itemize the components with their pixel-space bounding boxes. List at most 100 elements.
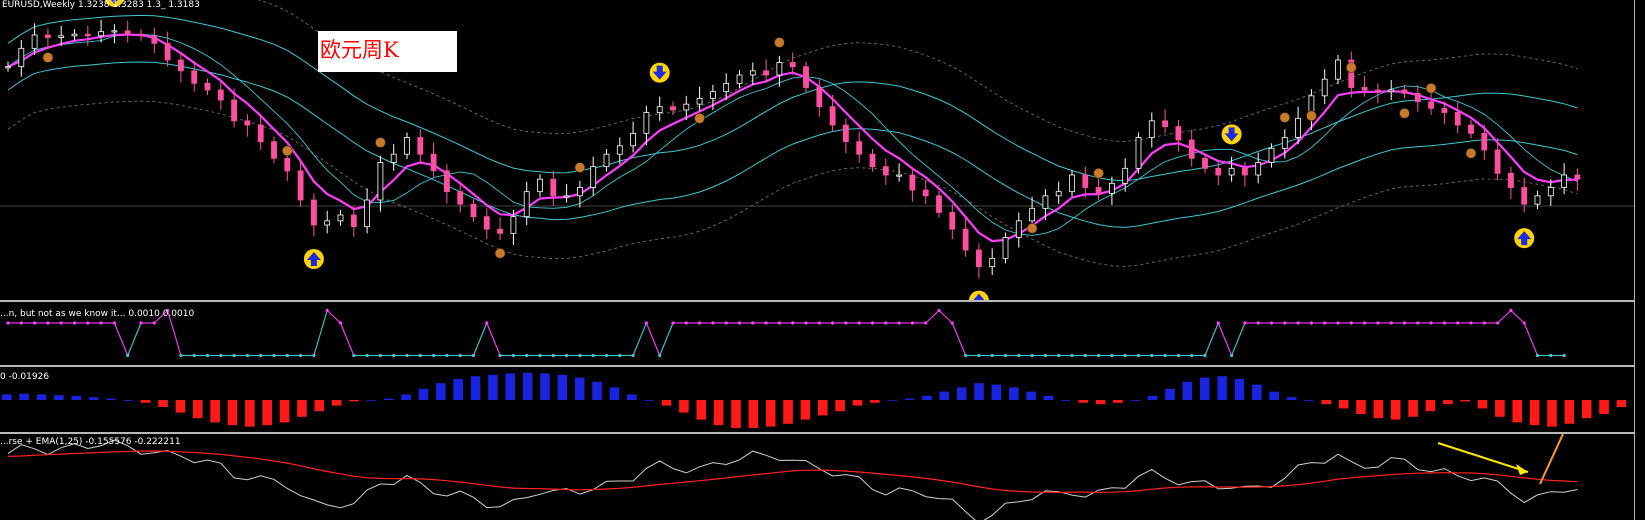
- histogram-bar: [158, 400, 168, 407]
- step-dot: [857, 321, 861, 325]
- candle-body: [962, 228, 969, 251]
- candle-body: [896, 174, 902, 177]
- fractal-marker: [1346, 62, 1357, 73]
- candle-body: [1162, 120, 1168, 128]
- step-dot: [1123, 353, 1127, 358]
- step-segment: [472, 322, 488, 356]
- histogram-bar: [1321, 400, 1332, 405]
- candle-body: [1494, 149, 1501, 174]
- histogram-bar: [505, 373, 516, 400]
- price-scale[interactable]: [1634, 0, 1645, 520]
- candle-body: [45, 34, 51, 38]
- step-dot: [205, 353, 210, 358]
- step-dot: [937, 308, 941, 313]
- price-chart-pane[interactable]: EURUSD,Weekly 1.3238 1.3283 1.3_ 1.3183 …: [0, 0, 1634, 300]
- step-dot: [565, 353, 569, 358]
- candle-body: [217, 89, 224, 101]
- envelope-upper: [7, 14, 1578, 182]
- candle-body: [789, 62, 796, 68]
- candle-body: [1454, 112, 1461, 126]
- candle-body: [1002, 237, 1009, 259]
- step-dot: [285, 353, 289, 358]
- candle-body: [151, 35, 158, 44]
- step-segment: [1217, 322, 1233, 356]
- histogram-bar: [1616, 400, 1627, 407]
- annotation-orange-line: [1539, 434, 1564, 485]
- candle-body: [364, 199, 371, 228]
- histogram-bar: [557, 374, 568, 400]
- step-dot: [711, 321, 715, 325]
- step-dot: [1243, 321, 1247, 325]
- candle-body: [297, 170, 304, 201]
- histogram-bar: [470, 376, 481, 400]
- candle-body: [483, 216, 490, 230]
- candle-body: [1335, 59, 1341, 80]
- candle-body: [497, 228, 504, 234]
- histogram-bar: [279, 400, 290, 423]
- step-dot: [644, 321, 649, 325]
- step-segment: [326, 310, 341, 324]
- candle-body: [670, 106, 676, 111]
- candle-body: [231, 99, 238, 122]
- candle-body: [563, 195, 570, 198]
- candle-body: [257, 124, 264, 143]
- histogram-bar: [418, 388, 429, 400]
- histogram-bar: [870, 400, 880, 403]
- step-dot: [817, 321, 821, 325]
- candle-body: [856, 141, 863, 155]
- step-dot: [604, 353, 609, 358]
- candle-body: [404, 137, 410, 155]
- step-dot: [392, 353, 396, 358]
- histogram-bar: [852, 400, 863, 406]
- histogram-bar: [1408, 400, 1418, 417]
- fractal-marker: [1093, 168, 1104, 179]
- step-dot: [1097, 353, 1101, 358]
- histogram-bar: [540, 373, 550, 400]
- candle-body: [111, 30, 118, 33]
- candle-body: [723, 82, 730, 93]
- candle-body: [882, 166, 889, 176]
- candle-body: [1574, 174, 1581, 180]
- candle-body: [909, 174, 916, 191]
- step-dot: [1562, 353, 1566, 358]
- step-dot: [325, 308, 329, 313]
- envelope-lower: [7, 61, 1578, 228]
- histogram-bar: [262, 400, 272, 426]
- histogram-bar: [1234, 379, 1245, 400]
- step-dot: [1216, 321, 1220, 325]
- oscillator-pane[interactable]: ...rse + EMA(1,25) -0.155576 -0.222211: [0, 434, 1634, 520]
- histogram-bar: [1564, 400, 1575, 424]
- step-dot: [1456, 321, 1460, 325]
- step-dot: [591, 353, 595, 358]
- fractal-marker: [694, 113, 705, 124]
- candle-body: [5, 66, 11, 69]
- step-dot: [910, 321, 915, 325]
- histogram-bar: [1599, 400, 1609, 414]
- step-indicator-pane[interactable]: ...n, but not as we know it... 0.0010 0.…: [0, 302, 1634, 365]
- chart-title: 欧元周K: [320, 38, 399, 62]
- histogram-pane[interactable]: 0 -0.01926: [0, 367, 1634, 432]
- step-dot: [764, 321, 768, 325]
- candle-body: [1281, 137, 1288, 149]
- step-segment: [113, 322, 129, 356]
- candle-body: [816, 87, 823, 108]
- step-dot: [192, 353, 196, 358]
- step-dot: [59, 321, 63, 325]
- candle-body: [1069, 174, 1075, 193]
- step-dot: [1283, 321, 1287, 325]
- step-dot: [538, 353, 542, 358]
- histogram-bar: [1286, 397, 1297, 400]
- candle-body: [736, 74, 743, 84]
- step-dot: [219, 353, 223, 358]
- histogram-bar: [696, 400, 707, 420]
- histogram-bar: [19, 393, 29, 400]
- candle-body: [457, 191, 464, 205]
- histogram-bar: [123, 400, 134, 401]
- histogram-bar: [1581, 400, 1592, 419]
- fractal-marker: [774, 37, 785, 48]
- candle-body: [1082, 174, 1089, 188]
- histogram-bar: [349, 400, 359, 402]
- histogram-bar: [54, 395, 64, 400]
- fractal-marker: [1465, 148, 1477, 159]
- candle-body: [776, 62, 783, 76]
